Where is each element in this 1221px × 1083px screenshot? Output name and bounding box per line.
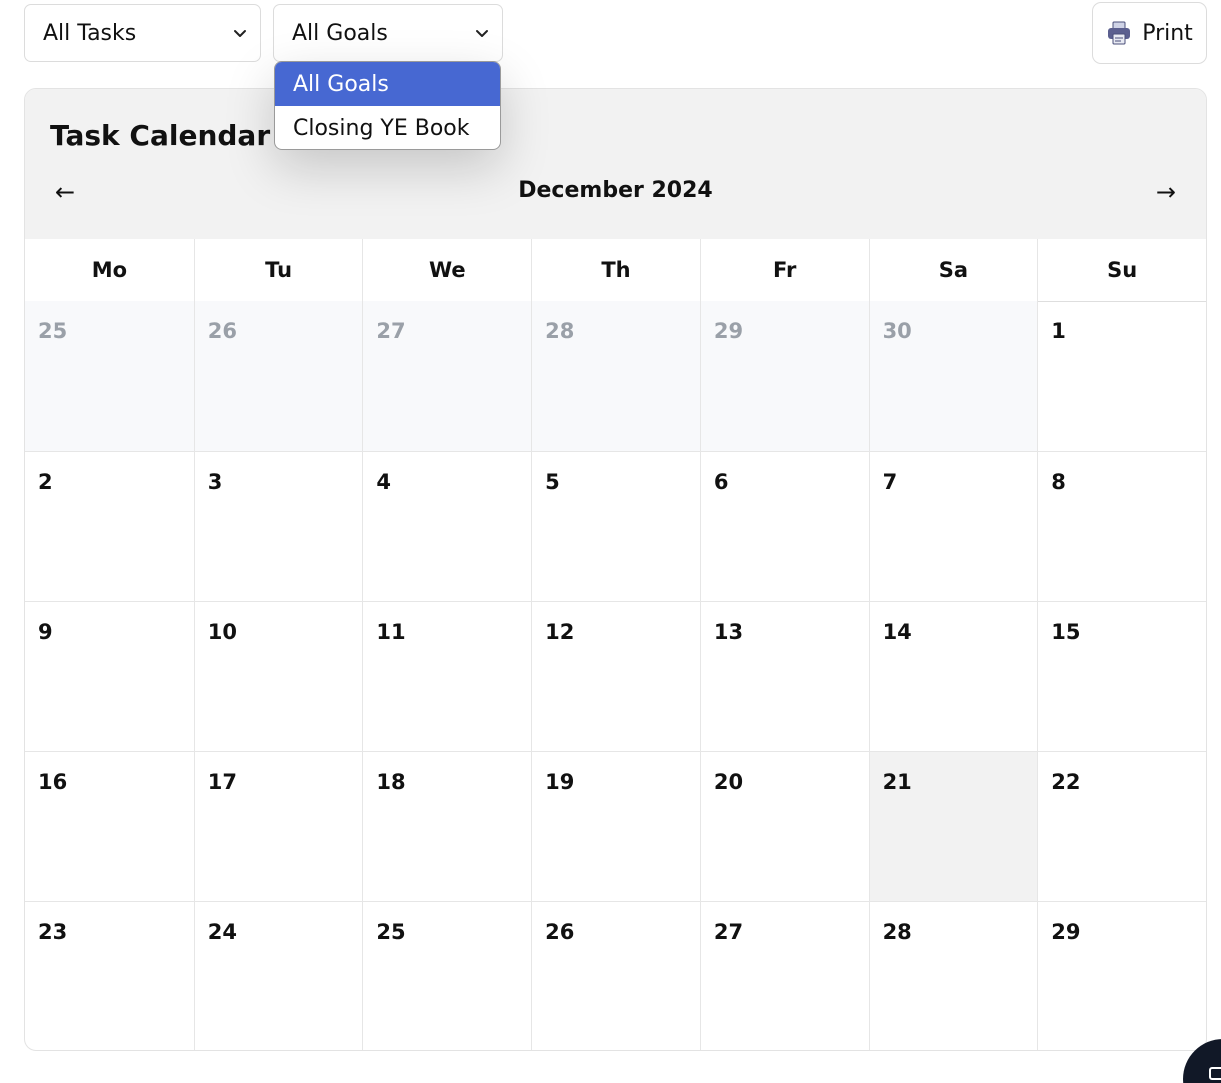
weekday-label: Fr [699,239,869,301]
day-number: 10 [207,620,237,644]
goals-dropdown-menu: All Goals Closing YE Book [274,61,501,150]
goals-filter-select[interactable]: All Goals [273,4,503,62]
prev-month-button[interactable]: ← [55,177,75,207]
chat-icon [1209,1067,1221,1080]
day-number: 12 [545,620,575,644]
day-number: 15 [1051,620,1081,644]
calendar-day-cell[interactable]: 1 [1037,301,1206,451]
dropdown-option-closing-ye-book[interactable]: Closing YE Book [275,106,500,149]
day-number: 23 [38,920,68,944]
day-number: 1 [1051,319,1066,343]
page: All Tasks All Goals Print Task Calendar … [0,0,1221,1083]
calendar-day-cell[interactable]: 28 [531,301,700,451]
day-number: 29 [713,319,744,343]
day-number: 8 [1051,470,1066,494]
calendar-day-cell[interactable]: 13 [699,601,869,751]
month-label: December 2024 [518,178,713,203]
day-number: 27 [376,319,406,343]
day-number: 17 [207,770,237,794]
day-number: 14 [882,620,912,644]
day-number: 6 [713,470,729,494]
calendar-day-cell[interactable]: 22 [1037,751,1206,901]
calendar-day-cell[interactable]: 27 [699,901,869,1050]
calendar-day-cell[interactable]: 11 [362,601,532,751]
calendar-day-cell[interactable]: 14 [868,601,1038,751]
weekday-label: Sa [868,239,1038,301]
weekday-label: Th [531,239,700,301]
calendar-day-cell[interactable]: 5 [531,451,700,601]
day-number: 9 [38,620,53,644]
calendar-day-cell[interactable]: 7 [868,451,1038,601]
day-number: 5 [545,470,560,494]
calendar-day-cell[interactable]: 9 [25,601,194,751]
day-number: 26 [545,920,575,944]
day-number: 18 [376,770,406,794]
calendar-day-cell[interactable]: 4 [362,451,532,601]
calendar-grid: 25 26 27 28 29 30 1 2 3 4 5 6 7 8 9 10 11 12 13 14 15 16 17 18 1… [25,301,1206,1050]
day-number: 2 [38,470,53,494]
day-number: 20 [713,770,744,794]
day-number: 21 [882,770,912,794]
chevron-down-icon [234,30,246,37]
calendar-day-cell[interactable]: 28 [868,901,1038,1050]
calendar-day-cell[interactable]: 3 [193,451,363,601]
calendar-day-cell[interactable]: 2 [25,451,194,601]
weekday-label: Tu [193,239,363,301]
calendar-day-cell[interactable]: 23 [25,901,194,1050]
next-month-button[interactable]: → [1156,177,1176,207]
printer-icon [1108,21,1131,45]
dropdown-option-all-goals[interactable]: All Goals [275,62,500,106]
day-number: 3 [207,470,223,494]
calendar-day-cell[interactable]: 19 [531,751,700,901]
calendar-day-cell[interactable]: 25 [25,301,194,451]
calendar-day-cell[interactable]: 17 [193,751,363,901]
calendar-day-cell[interactable]: 26 [193,301,363,451]
calendar-day-cell[interactable]: 10 [193,601,363,751]
calendar-day-cell[interactable]: 25 [362,901,532,1050]
tasks-filter-value: All Tasks [43,20,137,46]
chevron-down-icon [476,30,488,37]
day-number: 11 [376,620,406,644]
calendar-day-cell[interactable]: 8 [1037,451,1206,601]
day-number: 26 [207,319,237,343]
day-number: 22 [1051,770,1081,794]
calendar-day-cell[interactable]: 12 [531,601,700,751]
tasks-filter-select[interactable]: All Tasks [24,4,261,62]
calendar-header: Task Calendar December 2024 ← → [25,89,1206,239]
calendar-day-cell[interactable]: 29 [699,301,869,451]
calendar-day-cell[interactable]: 27 [362,301,532,451]
day-number: 28 [545,319,575,343]
calendar-day-cell[interactable]: 30 [868,301,1038,451]
weekday-label: Mo [91,258,128,282]
calendar-day-cell[interactable]: 24 [193,901,363,1050]
day-number: 30 [882,319,912,343]
day-number: 24 [207,920,237,944]
weekday-label: We [362,239,531,301]
calendar-day-cell[interactable]: 16 [25,751,194,901]
day-number: 7 [882,470,898,494]
calendar-day-cell[interactable]: 20 [699,751,869,901]
day-number: 16 [38,770,68,794]
day-number: 13 [713,620,744,644]
print-label: Print [1142,20,1193,46]
day-number: 25 [38,319,68,343]
day-number: 19 [545,770,575,794]
weekday-label: Su [1037,239,1206,301]
day-number: 29 [1051,920,1081,944]
task-calendar: Task Calendar December 2024 ← → Mo Tu We… [24,88,1207,1051]
calendar-day-cell[interactable]: 15 [1037,601,1206,751]
day-number: 25 [376,920,406,944]
weekday-header-row: Mo Tu We Th Fr Sa Su [25,239,1206,302]
day-number: 27 [713,920,744,944]
print-button[interactable]: Print [1092,2,1207,64]
goals-filter-value: All Goals [292,20,388,46]
calendar-day-cell[interactable]: 29 [1037,901,1206,1050]
day-number: 28 [882,920,912,944]
calendar-day-cell[interactable]: 26 [531,901,700,1050]
calendar-title: Task Calendar [50,119,271,152]
calendar-day-cell[interactable]: 18 [362,751,532,901]
calendar-day-cell[interactable]: 6 [699,451,869,601]
day-number: 4 [376,470,392,494]
calendar-day-cell[interactable]: 21 [868,751,1038,901]
